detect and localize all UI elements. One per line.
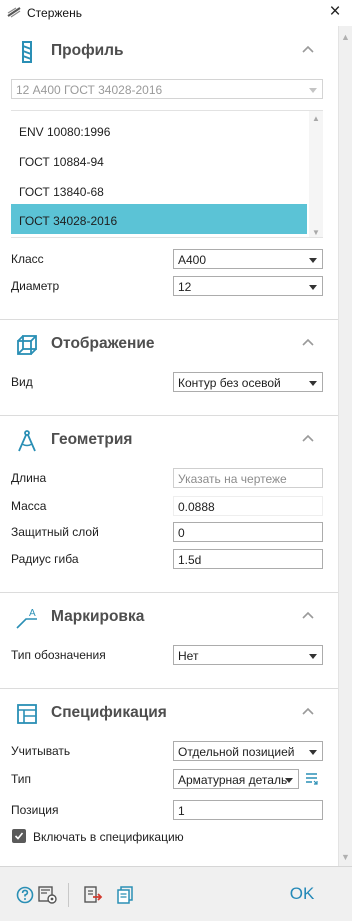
dropdown-arrow-icon <box>309 258 317 263</box>
list-item[interactable]: ГОСТ 13840-68 <box>11 175 307 205</box>
chevron-up-icon[interactable] <box>302 338 314 346</box>
section-marking-title: Маркировка <box>51 608 145 625</box>
scroll-up-icon[interactable]: ▲ <box>341 32 350 42</box>
properties-panel: Профиль 12 А400 ГОСТ 34028-2016 ENV 1008… <box>0 26 338 866</box>
standards-list[interactable]: ENV 10080:1996 ГОСТ 10884-94 ГОСТ 13840-… <box>11 110 323 238</box>
designation-type-combo[interactable]: Нет <box>173 645 323 665</box>
svg-text:A: A <box>29 608 36 619</box>
diameter-combo-value: 12 <box>178 280 192 294</box>
diameter-combo[interactable]: 12 <box>173 276 323 296</box>
export-icon[interactable] <box>82 884 104 906</box>
diameter-label: Диаметр <box>11 279 60 293</box>
list-item[interactable]: ENV 10080:1996 <box>11 115 307 145</box>
class-combo-value: А400 <box>178 253 207 267</box>
toolbar-separator <box>68 883 69 907</box>
length-label: Длина <box>11 471 47 485</box>
mass-field: 0.0888 <box>173 496 323 516</box>
dropdown-arrow-icon <box>309 381 317 386</box>
position-field[interactable]: 1 <box>173 800 323 820</box>
account-combo[interactable]: Отдельной позицией <box>173 741 323 761</box>
include-checkbox[interactable] <box>12 829 26 843</box>
scroll-down-icon[interactable]: ▼ <box>312 228 320 237</box>
list-item-selected[interactable]: ГОСТ 34028-2016 <box>11 204 307 234</box>
dropdown-arrow-icon <box>309 750 317 755</box>
section-profile-title: Профиль <box>51 42 124 59</box>
rebar-icon <box>22 41 32 63</box>
compass-icon <box>18 430 36 452</box>
help-icon[interactable] <box>14 884 36 906</box>
list-item[interactable]: ГОСТ 10884-94 <box>11 145 307 175</box>
table-icon <box>17 704 37 724</box>
section-specification-header[interactable]: Спецификация <box>0 693 338 733</box>
view-combo-value: Контур без осевой <box>178 376 281 390</box>
list-settings-icon[interactable] <box>305 772 319 786</box>
panel-scrollbar[interactable]: ▲ ▼ <box>338 26 352 866</box>
section-geometry-title: Геометрия <box>51 431 133 448</box>
dropdown-arrow-icon <box>285 778 293 783</box>
section-divider <box>0 688 338 689</box>
designation-type-value: Нет <box>178 649 199 663</box>
settings-icon[interactable] <box>37 884 59 906</box>
copy-icon[interactable] <box>114 884 136 906</box>
chevron-up-icon[interactable] <box>302 434 314 442</box>
close-icon[interactable]: × <box>326 2 344 22</box>
rebar-app-icon <box>7 7 21 18</box>
ok-button[interactable]: OK <box>278 882 326 906</box>
section-divider <box>0 319 338 320</box>
class-combo[interactable]: А400 <box>173 249 323 269</box>
include-label: Включать в спецификацию <box>33 830 184 844</box>
view-label: Вид <box>11 375 33 389</box>
window-title: Стержень <box>27 6 82 20</box>
type-label: Тип <box>11 772 32 786</box>
section-divider <box>0 415 338 416</box>
position-label: Позиция <box>11 803 59 817</box>
section-display-title: Отображение <box>51 335 155 352</box>
footer-toolbar: OK <box>0 866 352 921</box>
section-geometry-header[interactable]: Геометрия <box>0 420 338 460</box>
section-display-header[interactable]: Отображение <box>0 324 338 364</box>
section-divider <box>0 592 338 593</box>
cover-field[interactable]: 0 <box>173 522 323 542</box>
bend-radius-label: Радиус гиба <box>11 552 79 566</box>
cover-label: Защитный слой <box>11 525 99 539</box>
type-combo-value: Арматурная деталь <box>178 773 288 787</box>
type-combo[interactable]: Арматурная деталь <box>173 769 299 789</box>
standard-combo-value: 12 А400 ГОСТ 34028-2016 <box>16 83 163 97</box>
mass-label: Масса <box>11 499 47 513</box>
account-label: Учитывать <box>11 744 71 758</box>
title-bar: Стержень × <box>0 0 352 26</box>
dropdown-arrow-icon <box>309 285 317 290</box>
dropdown-arrow-icon <box>309 88 317 93</box>
class-label: Класс <box>11 252 44 266</box>
standard-combo[interactable]: 12 А400 ГОСТ 34028-2016 <box>11 79 323 99</box>
section-specification-title: Спецификация <box>51 704 167 721</box>
section-profile-header[interactable]: Профиль <box>0 31 338 71</box>
list-scrollbar[interactable]: ▲ ▼ <box>309 111 323 237</box>
checkmark-icon <box>14 832 24 840</box>
dropdown-arrow-icon <box>309 654 317 659</box>
chevron-up-icon[interactable] <box>302 611 314 619</box>
chevron-up-icon[interactable] <box>302 707 314 715</box>
view-combo[interactable]: Контур без осевой <box>173 372 323 392</box>
scroll-up-icon[interactable]: ▲ <box>312 114 320 123</box>
chevron-up-icon[interactable] <box>302 45 314 53</box>
account-combo-value: Отдельной позицией <box>178 745 295 759</box>
designation-type-label: Тип обозначения <box>11 648 106 662</box>
length-field[interactable]: Указать на чертеже <box>173 468 323 488</box>
bend-radius-field[interactable]: 1.5d <box>173 549 323 569</box>
scroll-down-icon[interactable]: ▼ <box>341 852 350 862</box>
cube-icon <box>17 335 37 355</box>
marking-icon: A <box>16 608 37 629</box>
section-marking-header[interactable]: A Маркировка <box>0 597 338 637</box>
